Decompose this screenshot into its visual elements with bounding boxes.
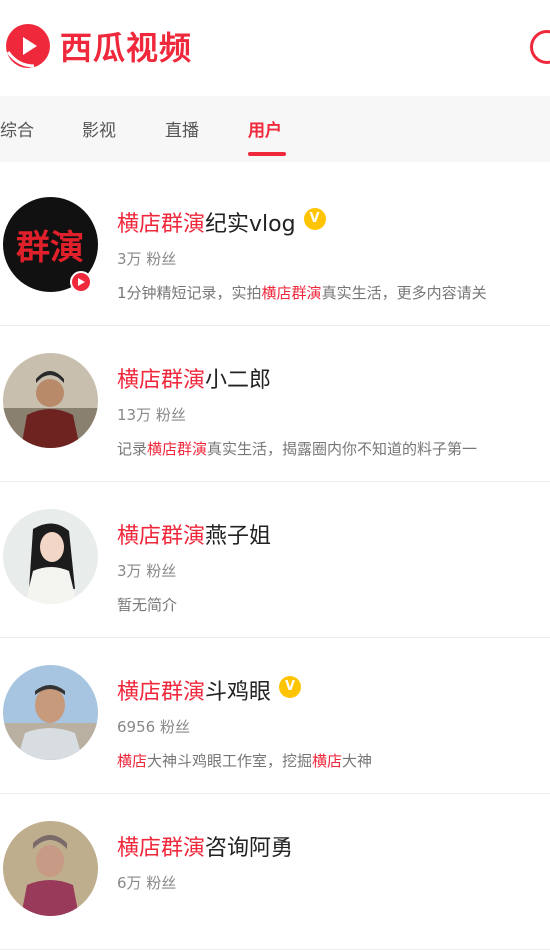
- verified-icon: [303, 208, 326, 230]
- tab-live[interactable]: 直播: [165, 116, 199, 141]
- active-tab-indicator: [248, 152, 286, 156]
- user-name[interactable]: 横店群演斗鸡眼: [117, 674, 302, 706]
- user-description: 记录横店群演真实生活，揭露圈内你不知道的料子第一: [117, 440, 478, 458]
- user-description: 横店大神斗鸡眼工作室，挖掘横店大神: [117, 752, 373, 770]
- user-name[interactable]: 横店群演小二郎: [117, 362, 271, 394]
- tab-general[interactable]: 综合: [0, 116, 34, 141]
- profile-icon[interactable]: [530, 30, 550, 64]
- user-description: 暂无简介: [117, 596, 178, 614]
- user-description: 1分钟精短记录，实拍横店群演真实生活，更多内容请关: [117, 284, 487, 302]
- tab-users[interactable]: 用户: [248, 116, 282, 141]
- tab-movies[interactable]: 影视: [82, 116, 116, 141]
- user-name[interactable]: 横店群演燕子姐: [117, 518, 271, 550]
- app-logo[interactable]: 西瓜视频: [4, 22, 192, 70]
- avatar[interactable]: [3, 353, 98, 448]
- xigua-logo-icon: [6, 24, 50, 68]
- app-title: 西瓜视频: [60, 29, 193, 67]
- user-name[interactable]: 横店群演纪实vlog: [117, 206, 326, 238]
- avatar[interactable]: [3, 665, 98, 760]
- fans-count: 3万 粉丝: [117, 562, 177, 580]
- user-row[interactable]: 群演 横店群演纪实vlog 3万 粉丝 1分钟精短记录，实拍横店群演真实生活，更…: [0, 170, 550, 326]
- avatar[interactable]: [3, 509, 98, 604]
- user-name[interactable]: 横店群演咨询阿勇: [117, 830, 293, 862]
- search-tabs: 综合 影视 直播 用户: [0, 96, 550, 162]
- user-row[interactable]: 横店群演燕子姐 3万 粉丝 暂无简介: [0, 482, 550, 638]
- user-row[interactable]: 横店群演咨询阿勇 6万 粉丝: [0, 794, 550, 950]
- avatar[interactable]: [3, 821, 98, 916]
- fans-count: 13万 粉丝: [117, 406, 186, 424]
- fans-count: 6万 粉丝: [117, 874, 177, 892]
- fans-count: 6956 粉丝: [117, 718, 190, 736]
- verified-icon: [279, 676, 302, 698]
- user-list: 群演 横店群演纪实vlog 3万 粉丝 1分钟精短记录，实拍横店群演真实生活，更…: [0, 170, 550, 950]
- app-header: 西瓜视频: [0, 0, 550, 92]
- avatar-text: 群演: [16, 228, 84, 268]
- fans-count: 3万 粉丝: [117, 250, 177, 268]
- user-row[interactable]: 横店群演斗鸡眼 6956 粉丝 横店大神斗鸡眼工作室，挖掘横店大神: [0, 638, 550, 794]
- user-row[interactable]: 横店群演小二郎 13万 粉丝 记录横店群演真实生活，揭露圈内你不知道的料子第一: [0, 326, 550, 482]
- live-badge-icon: [70, 271, 92, 293]
